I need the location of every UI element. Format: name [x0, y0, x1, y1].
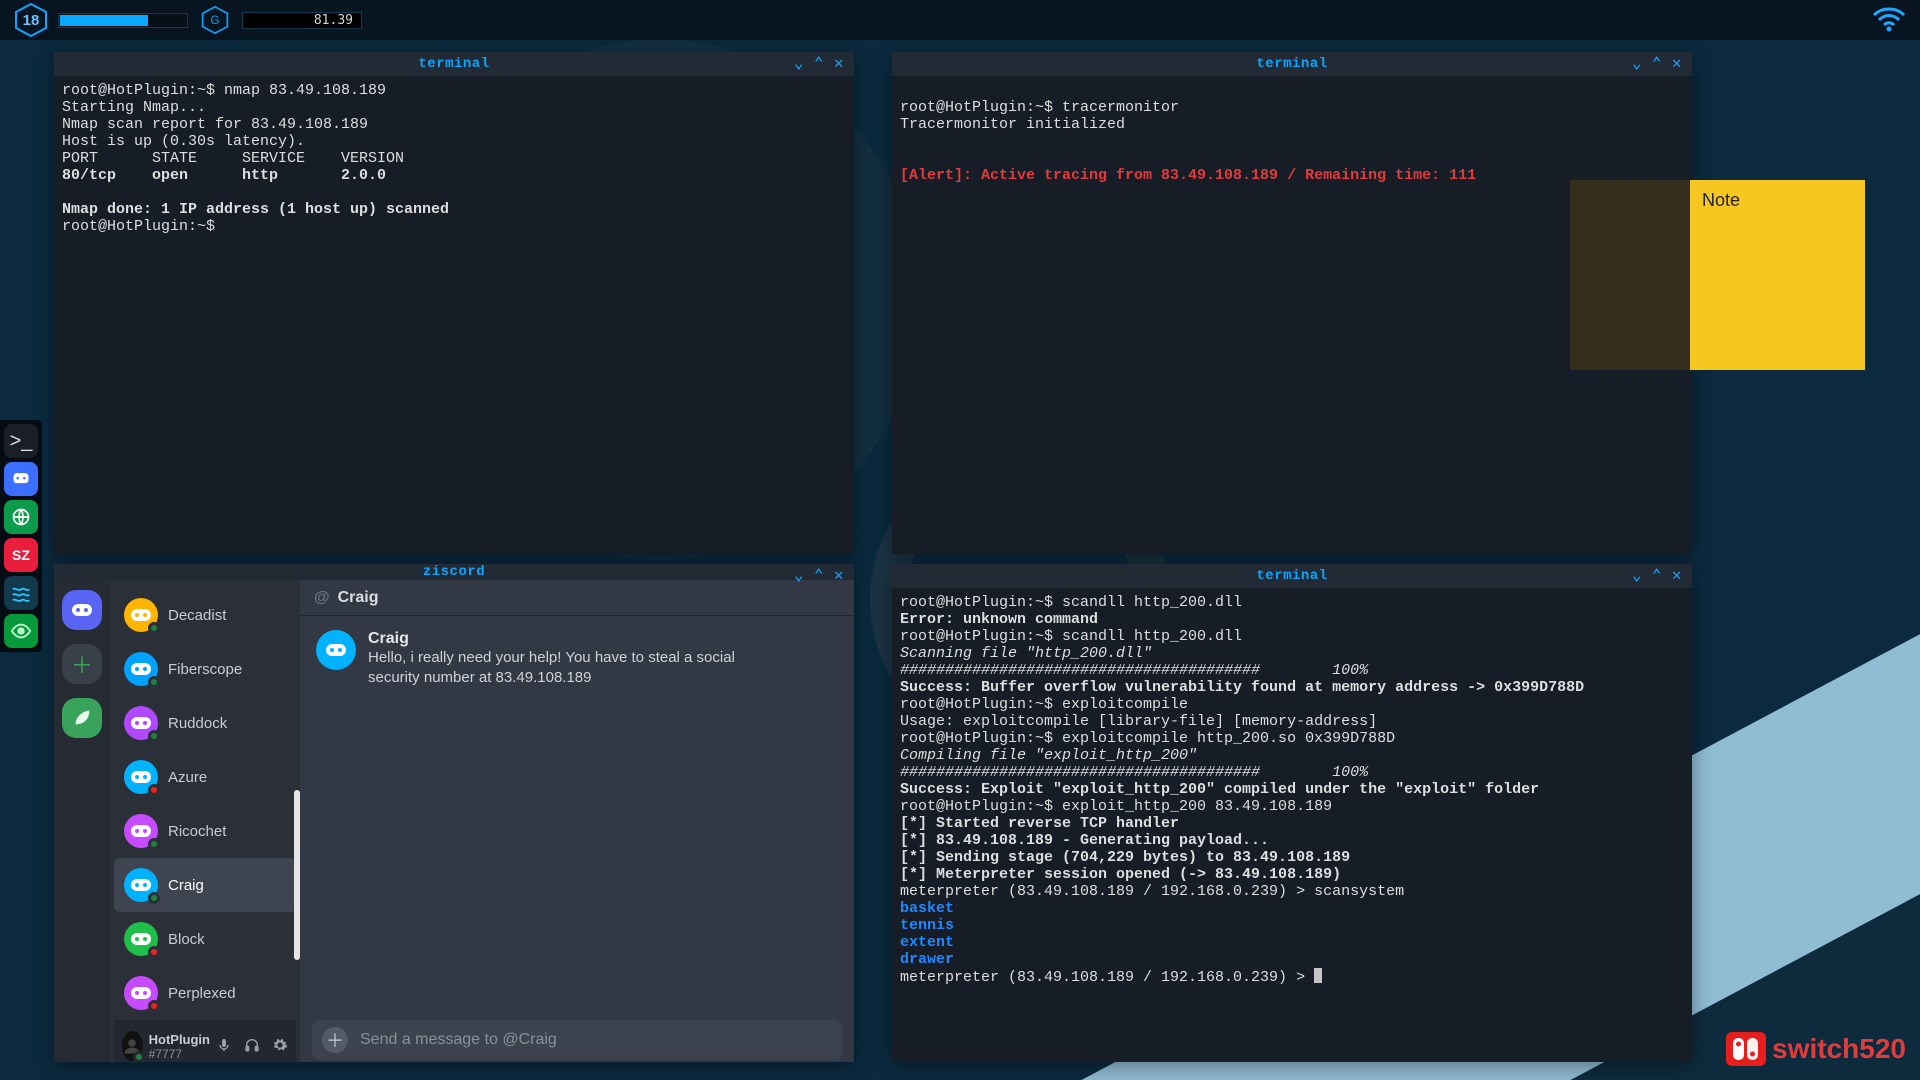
close-icon[interactable]: ✕: [830, 54, 848, 72]
terminal-window-nmap[interactable]: terminal ⌄ ⌃ ✕ root@HotPlugin:~$ nmap 83…: [54, 52, 854, 554]
alert-line: [Alert]: Active tracing from 83.49.108.1…: [900, 167, 1476, 184]
dock-chat-icon[interactable]: [4, 462, 38, 496]
top-status-bar: 18 G 81.39: [0, 0, 1920, 40]
avatar: [124, 976, 158, 1010]
chevron-down-icon[interactable]: ⌄: [790, 566, 808, 584]
person-ruddock[interactable]: Ruddock: [114, 696, 296, 750]
chat-header: @ Craig: [300, 580, 854, 616]
self-user-bar: HotPlugin #7777: [114, 1020, 296, 1062]
person-name: Azure: [168, 769, 207, 786]
chevron-down-icon[interactable]: ⌄: [790, 54, 808, 72]
person-azure[interactable]: Azure: [114, 750, 296, 804]
avatar: [124, 760, 158, 794]
person-name: Fiberscope: [168, 661, 242, 678]
person-name: Ruddock: [168, 715, 227, 732]
app-dock: >_ SZ: [0, 420, 42, 652]
person-ricochet[interactable]: Ricochet: [114, 804, 296, 858]
terminal-output[interactable]: root@HotPlugin:~$ scandll http_200.dll E…: [892, 588, 1692, 1062]
sticky-body[interactable]: Note: [1690, 180, 1865, 370]
switch-icon: [1726, 1032, 1766, 1066]
person-name: Perplexed: [168, 985, 236, 1002]
server-rail: ＋: [54, 580, 110, 1062]
person-name: Block: [168, 931, 205, 948]
attach-icon[interactable]: ＋: [322, 1027, 348, 1053]
avatar: [124, 652, 158, 686]
terminal-output[interactable]: root@HotPlugin:~$ nmap 83.49.108.189 Sta…: [54, 76, 854, 554]
hp-bar: [58, 13, 188, 28]
mic-icon[interactable]: [216, 1037, 232, 1056]
window-title: terminal ⌄ ⌃ ✕: [54, 52, 854, 76]
self-username: HotPlugin: [149, 1032, 210, 1047]
self-userid: #7777: [149, 1047, 210, 1061]
message-input[interactable]: ＋ Send a message to @Craig: [312, 1020, 842, 1060]
chevron-up-icon[interactable]: ⌃: [1648, 54, 1666, 72]
avatar: [124, 922, 158, 956]
avatar: [122, 1031, 143, 1061]
svg-text:G: G: [211, 15, 220, 27]
dock-sz-icon[interactable]: SZ: [4, 538, 38, 572]
sticky-title: Note: [1702, 190, 1740, 210]
avatar: [124, 598, 158, 632]
input-placeholder: Send a message to @Craig: [360, 1031, 557, 1049]
wifi-icon: [1872, 7, 1906, 33]
currency-icon: G: [198, 3, 232, 37]
person-name: Craig: [168, 877, 204, 894]
headphones-icon[interactable]: [244, 1037, 260, 1056]
terminal-window-exploit[interactable]: terminal ⌄ ⌃ ✕ root@HotPlugin:~$ scandll…: [892, 564, 1692, 1062]
hp-fill: [60, 15, 148, 26]
server-home-icon[interactable]: [62, 590, 102, 630]
close-icon[interactable]: ✕: [830, 566, 848, 584]
message-list: Craig Hello, i really need your help! Yo…: [300, 616, 854, 1020]
message-author: Craig: [368, 630, 788, 648]
money-amount: 81.39: [242, 12, 362, 29]
scrollbar[interactable]: [294, 790, 300, 960]
person-craig[interactable]: Craig: [114, 858, 296, 912]
person-fiberscope[interactable]: Fiberscope: [114, 642, 296, 696]
chevron-down-icon[interactable]: ⌄: [1628, 54, 1646, 72]
people-list: Decadist Fiberscope Ruddock Azure Ricochet Cr…: [110, 580, 300, 1062]
person-block[interactable]: Block: [114, 912, 296, 966]
chevron-up-icon[interactable]: ⌃: [810, 566, 828, 584]
gear-icon[interactable]: [272, 1037, 288, 1056]
window-title: ziscord ⌄ ⌃ ✕: [54, 564, 854, 580]
chevron-up-icon[interactable]: ⌃: [1648, 566, 1666, 584]
chat-main: @ Craig Craig Hello, i really need your …: [300, 580, 854, 1062]
server-add-icon[interactable]: ＋: [62, 644, 102, 684]
close-icon[interactable]: ✕: [1668, 54, 1686, 72]
avatar: [316, 630, 356, 670]
chevron-up-icon[interactable]: ⌃: [810, 54, 828, 72]
avatar: [124, 814, 158, 848]
person-decadist[interactable]: Decadist: [114, 588, 296, 642]
chevron-down-icon[interactable]: ⌄: [1628, 566, 1646, 584]
window-title: terminal ⌄ ⌃ ✕: [892, 564, 1692, 588]
dock-terminal-icon[interactable]: >_: [4, 424, 38, 458]
person-perplexed[interactable]: Perplexed: [114, 966, 296, 1020]
person-name: Ricochet: [168, 823, 226, 840]
watermark: switch520: [1726, 1032, 1906, 1066]
server-leaf-icon[interactable]: [62, 698, 102, 738]
ziscord-window[interactable]: ziscord ⌄ ⌃ ✕ ＋ Decadist Fiberscope Ruddoc…: [54, 564, 854, 1062]
avatar: [124, 706, 158, 740]
sticky-note[interactable]: Note: [1570, 180, 1865, 370]
sticky-tab: [1570, 180, 1690, 370]
dock-wave-icon[interactable]: [4, 576, 38, 610]
avatar: [124, 868, 158, 902]
message: Craig Hello, i really need your help! Yo…: [316, 630, 838, 688]
window-title: terminal ⌄ ⌃ ✕: [892, 52, 1692, 76]
person-name: Decadist: [168, 607, 226, 624]
close-icon[interactable]: ✕: [1668, 566, 1686, 584]
chat-header-name: Craig: [338, 589, 379, 607]
at-icon: @: [314, 589, 330, 607]
dock-eye-icon[interactable]: [4, 614, 38, 648]
dock-globe-icon[interactable]: [4, 500, 38, 534]
message-text: Hello, i really need your help! You have…: [368, 648, 788, 688]
level-badge: 18: [14, 3, 48, 37]
